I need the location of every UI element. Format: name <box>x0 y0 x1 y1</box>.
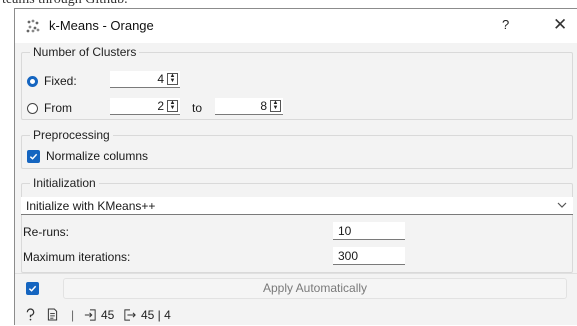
help-button[interactable]: ? <box>502 17 509 32</box>
close-button[interactable]: ✕ <box>553 15 567 35</box>
kmeans-dialog: k-Means - Orange ? ✕ Number of Clusters … <box>14 8 577 325</box>
app-icon <box>25 18 41 34</box>
max-iterations-input[interactable]: 300 <box>333 247 405 265</box>
input-icon <box>84 309 96 321</box>
initialization-group-title: Initialization <box>30 176 99 190</box>
apply-button[interactable]: Apply Automatically <box>63 278 567 299</box>
output-icon <box>124 309 136 321</box>
from-radio-label: From <box>44 101 72 115</box>
fixed-radio-row[interactable]: Fixed: <box>27 74 77 88</box>
clusters-group-title: Number of Clusters <box>30 45 140 59</box>
initialization-method-value: Initialize with KMeans++ <box>26 199 156 213</box>
initialization-method-combo[interactable]: Initialize with KMeans++ <box>21 197 573 215</box>
preprocessing-group-title: Preprocessing <box>30 128 113 142</box>
title-bar: k-Means - Orange ? ✕ <box>15 9 577 43</box>
normalize-label: Normalize columns <box>46 149 149 163</box>
to-label: to <box>192 101 203 115</box>
from-radio-row[interactable]: From <box>27 101 72 115</box>
status-bar: | 45 45 | 4 <box>15 306 577 326</box>
normalize-checkbox[interactable] <box>27 149 40 163</box>
fixed-clusters-spinbox[interactable]: 4 ▲ ▼ <box>110 71 180 88</box>
to-clusters-spinbox[interactable]: 8 ▲ ▼ <box>215 98 283 115</box>
reruns-label: Re-runs: <box>23 225 70 239</box>
spin-arrows-icon[interactable]: ▲ ▼ <box>270 100 281 112</box>
top-edge-crop: teams through Github. <box>0 0 577 8</box>
help-icon[interactable] <box>25 308 36 321</box>
input-count: 45 <box>101 308 115 322</box>
spin-arrows-icon[interactable]: ▲ ▼ <box>167 100 178 112</box>
divider <box>15 273 577 274</box>
output-summary: 45 | 4 <box>124 308 171 322</box>
from-clusters-spinbox[interactable]: 2 ▲ ▼ <box>110 98 180 115</box>
reruns-input[interactable]: 10 <box>333 222 405 240</box>
clusters-group: Number of Clusters <box>21 45 573 120</box>
max-iterations-label: Maximum iterations: <box>23 250 131 264</box>
status-divider: | <box>71 308 75 322</box>
output-count: 45 | 4 <box>141 308 171 322</box>
fixed-radio[interactable] <box>27 75 38 87</box>
fixed-radio-label: Fixed: <box>44 74 77 88</box>
spin-arrows-icon[interactable]: ▲ ▼ <box>167 73 178 85</box>
normalize-row[interactable]: Normalize columns <box>27 149 148 163</box>
chevron-down-icon <box>557 202 567 208</box>
fixed-clusters-value: 4 <box>157 72 164 86</box>
from-radio[interactable] <box>27 102 38 114</box>
to-clusters-value: 8 <box>260 99 267 113</box>
report-icon[interactable] <box>47 308 58 321</box>
window-title: k-Means - Orange <box>49 18 154 33</box>
input-summary: 45 <box>84 308 114 322</box>
from-clusters-value: 2 <box>157 99 164 113</box>
auto-apply-checkbox[interactable] <box>26 282 39 295</box>
